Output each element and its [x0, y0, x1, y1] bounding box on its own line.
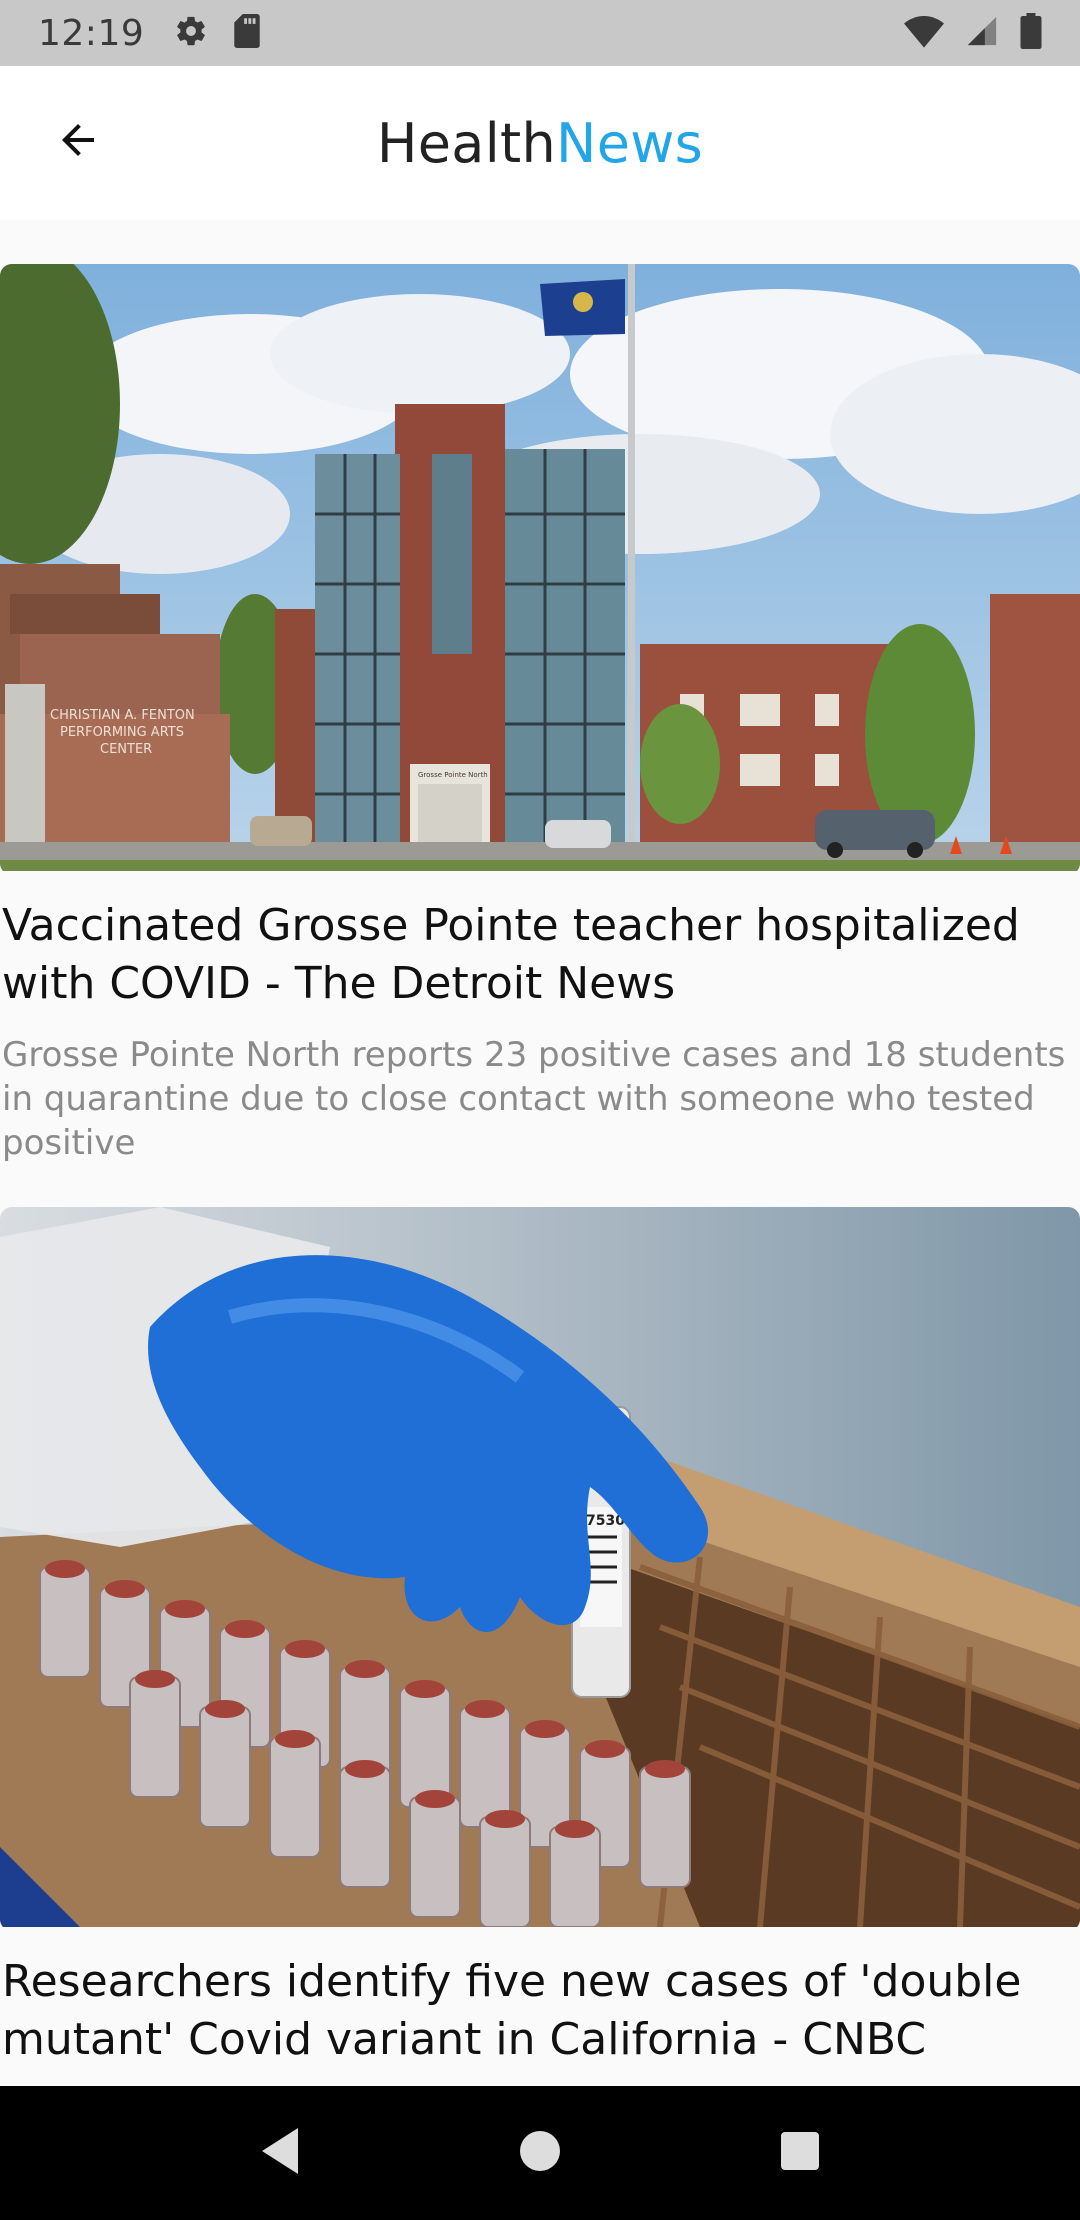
article-card[interactable]: 7530 Researchers identify five new cases…	[0, 1165, 1080, 2069]
app-title-part1: Health	[376, 111, 556, 175]
image-sign-line1: CHRISTIAN A. FENTON	[50, 708, 195, 723]
image-sign-line2: PERFORMING ARTS	[60, 725, 184, 740]
article-image[interactable]: 7530	[0, 1207, 1080, 1931]
image-sign-door: Grosse Pointe North	[418, 771, 488, 779]
home-circle-icon	[518, 2129, 562, 2177]
status-bar: 12:19	[0, 0, 1080, 66]
app-title: HealthNews	[377, 112, 703, 175]
arrow-left-icon	[54, 116, 102, 168]
back-button[interactable]	[40, 104, 116, 180]
nav-recents-button[interactable]	[760, 2113, 840, 2193]
back-triangle-icon	[258, 2126, 302, 2180]
navigation-bar	[0, 2086, 1080, 2220]
article-description: Grosse Pointe North reports 23 positive …	[2, 1035, 1066, 1163]
wifi-icon	[904, 14, 944, 52]
app-title-part2: News	[556, 111, 704, 175]
article-card[interactable]: CHRISTIAN A. FENTON PERFORMING ARTS CENT…	[0, 220, 1080, 1165]
nav-home-button[interactable]	[500, 2113, 580, 2193]
news-feed[interactable]: CHRISTIAN A. FENTON PERFORMING ARTS CENT…	[0, 220, 1080, 2086]
sd-card-icon	[232, 14, 262, 52]
article-image[interactable]: CHRISTIAN A. FENTON PERFORMING ARTS CENT…	[0, 264, 1080, 875]
recents-square-icon	[779, 2130, 821, 2176]
battery-icon	[1020, 13, 1042, 53]
image-sign-line3: CENTER	[100, 742, 152, 757]
settings-icon	[174, 14, 208, 52]
lab-test-tubes-photo: 7530	[0, 1207, 1080, 1928]
signal-icon	[964, 14, 1000, 52]
nav-back-button[interactable]	[240, 2113, 320, 2193]
school-building-photo: CHRISTIAN A. FENTON PERFORMING ARTS CENT…	[0, 264, 1080, 871]
article-title[interactable]: Vaccinated Grosse Pointe teacher hospita…	[0, 875, 1080, 1013]
status-time: 12:19	[38, 12, 145, 54]
app-bar: HealthNews	[0, 66, 1080, 220]
article-title[interactable]: Researchers identify five new cases of '…	[0, 1931, 1080, 2069]
